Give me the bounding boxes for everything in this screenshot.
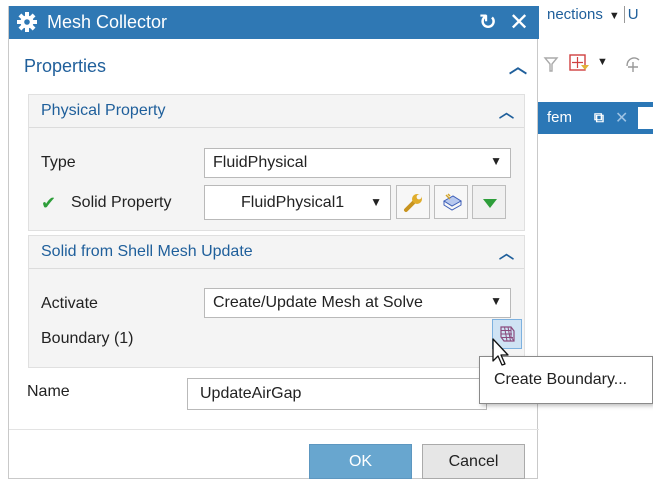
snap-filter-icon[interactable] (567, 52, 591, 76)
physical-property-group: Physical Property ︿ Type FluidPhysical ▼… (28, 94, 525, 231)
solid-property-label: Solid Property (71, 194, 172, 211)
solid-from-shell-collapse-icon[interactable]: ︿ (499, 242, 514, 263)
close-icon[interactable]: ✕ (509, 8, 529, 37)
reset-icon[interactable]: ↻ (479, 10, 497, 35)
modify-property-button[interactable] (396, 185, 430, 219)
boundary-label: Boundary (1) (41, 330, 134, 347)
background-menu-label[interactable]: nections (547, 6, 603, 23)
name-input-value: UpdateAirGap (200, 385, 302, 402)
chevron-down-icon: ▼ (490, 294, 502, 308)
solid-property-select-value: FluidPhysical1 (241, 194, 345, 211)
solid-from-shell-title: Solid from Shell Mesh Update (41, 243, 253, 260)
solid-from-shell-header[interactable]: Solid from Shell Mesh Update ︿ (29, 236, 524, 269)
ok-button[interactable]: OK (309, 444, 412, 479)
type-label: Type (41, 154, 76, 171)
external-link-icon[interactable]: ⧉ (594, 109, 604, 126)
tooltip-text: Create Boundary... (494, 371, 628, 388)
name-input[interactable]: UpdateAirGap (187, 378, 487, 410)
solid-from-shell-group: Solid from Shell Mesh Update ︿ Activate … (28, 235, 525, 368)
background-toolbar: ▼ (541, 52, 653, 82)
cancel-button[interactable]: Cancel (422, 444, 525, 479)
expand-options-button[interactable] (472, 185, 506, 219)
solid-property-select[interactable]: FluidPhysical1 ▼ (204, 185, 391, 220)
footer-divider (9, 429, 539, 430)
triangle-down-icon (483, 199, 497, 208)
chevron-down-icon: ▼ (490, 154, 502, 168)
property-table-icon (443, 193, 462, 211)
cancel-button-label: Cancel (448, 453, 499, 470)
tab-close-icon[interactable]: ✕ (615, 108, 628, 128)
mesh-collector-dialog: Mesh Collector ↻ ✕ Properties ︿ Physical… (8, 6, 539, 479)
name-label: Name (27, 383, 70, 400)
background-tab-label: fem (547, 109, 573, 126)
activate-select[interactable]: Create/Update Mesh at Solve ▼ (204, 288, 511, 318)
physical-property-header[interactable]: Physical Property ︿ (29, 95, 524, 128)
dialog-titlebar[interactable]: Mesh Collector ↻ ✕ (9, 6, 539, 39)
background-tab[interactable]: fem ⧉ ✕ (537, 102, 653, 134)
background-menu[interactable]: nections ▼ U (547, 6, 639, 23)
transform-icon[interactable] (621, 52, 647, 76)
filter-icon[interactable] (541, 52, 561, 76)
physical-property-title: Physical Property (41, 102, 166, 119)
type-select[interactable]: FluidPhysical ▼ (204, 148, 511, 178)
activate-select-value: Create/Update Mesh at Solve (213, 294, 423, 311)
checkmark-icon: ✔ (41, 193, 57, 213)
dialog-title: Mesh Collector (47, 12, 168, 32)
chevron-down-icon: ▼ (370, 195, 382, 209)
properties-collapse-icon[interactable]: ︿ (509, 53, 527, 79)
toolbar-caret-icon[interactable]: ▼ (597, 56, 608, 80)
background-tab-field (638, 107, 653, 129)
background-menu-truncated[interactable]: U (623, 6, 639, 23)
ok-button-label: OK (348, 453, 373, 470)
wrench-icon (404, 194, 422, 212)
create-property-button[interactable] (434, 185, 468, 219)
menu-caret-icon[interactable]: ▼ (609, 10, 620, 22)
type-select-value: FluidPhysical (213, 154, 308, 171)
physical-property-collapse-icon[interactable]: ︿ (499, 101, 514, 122)
background-app: nections ▼ U ▼ fem ⧉ ✕ (537, 0, 653, 479)
activate-label: Activate (41, 295, 98, 312)
mouse-pointer-icon (492, 338, 509, 366)
gear-icon (17, 12, 37, 32)
properties-header: Properties (24, 56, 107, 76)
